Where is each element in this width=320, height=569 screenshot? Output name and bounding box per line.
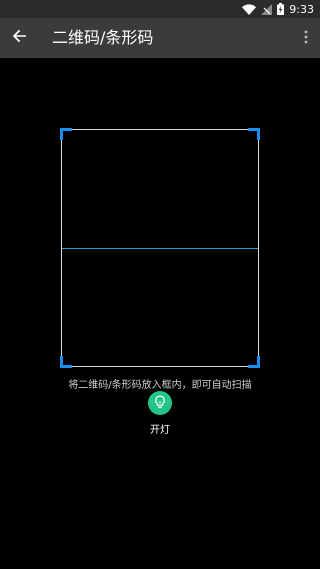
more-options-button[interactable] — [298, 26, 314, 50]
status-icons: 9:33 — [242, 1, 314, 17]
flashlight-label: 开灯 — [150, 425, 170, 436]
status-bar: 9:33 — [0, 0, 320, 18]
scan-corner-top-right — [248, 128, 260, 140]
scan-line — [62, 248, 258, 249]
more-vert-icon — [304, 29, 308, 48]
status-time: 9:33 — [289, 2, 314, 16]
no-signal-icon — [261, 3, 273, 15]
page-title: 二维码/条形码 — [52, 28, 154, 47]
battery-charging-icon — [277, 3, 285, 15]
scan-corner-top-left — [60, 128, 72, 140]
lightbulb-icon — [153, 394, 167, 413]
scan-corner-bottom-right — [248, 356, 260, 368]
wifi-icon — [242, 3, 257, 15]
scan-corner-bottom-left — [60, 356, 72, 368]
scan-frame — [60, 128, 260, 368]
arrow-left-icon — [12, 28, 28, 48]
flashlight-button[interactable] — [148, 391, 172, 415]
toolbar: 二维码/条形码 — [0, 18, 320, 58]
back-button[interactable] — [8, 26, 32, 50]
scan-hint: 将二维码/条形码放入框内，即可自动扫描 — [68, 380, 252, 391]
